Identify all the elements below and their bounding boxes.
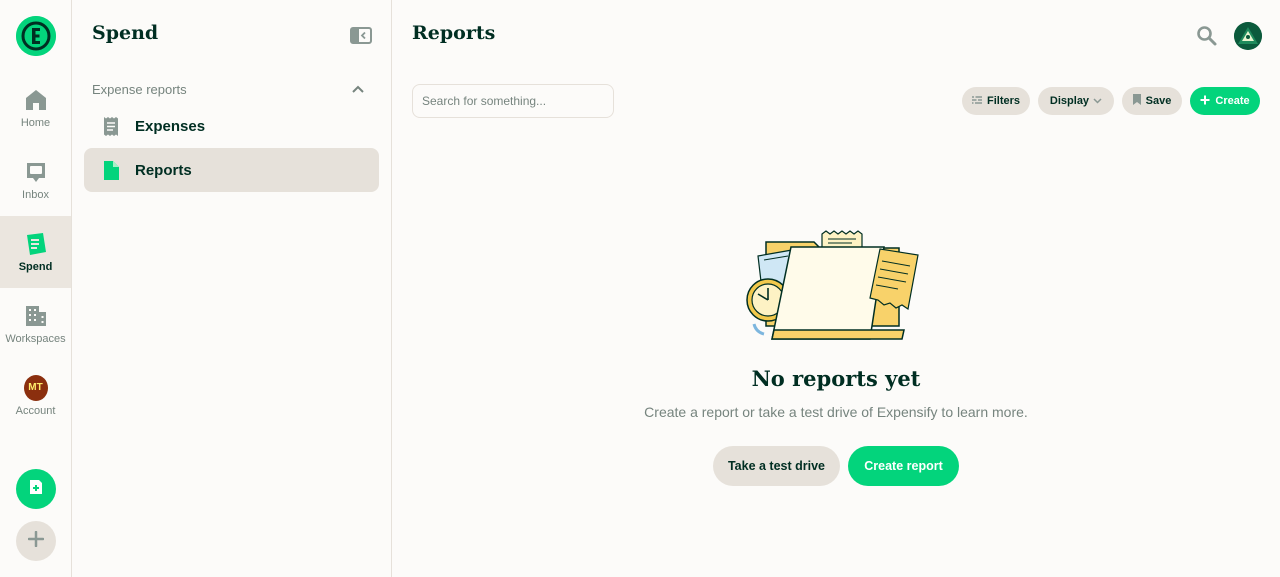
search-input[interactable] <box>412 84 614 118</box>
bookmark-icon <box>1132 94 1146 108</box>
collapse-sidebar-icon[interactable] <box>350 27 372 44</box>
inbox-icon <box>24 160 48 184</box>
display-label: Display <box>1049 95 1090 107</box>
new-expense-icon <box>28 479 44 500</box>
empty-state-title: No reports yet <box>751 366 921 391</box>
rail-item-spend[interactable]: Spend <box>0 216 71 288</box>
create-button[interactable]: Create <box>1190 87 1260 115</box>
create-label: Create <box>1215 95 1250 107</box>
sidebar-item-label: Reports <box>135 161 192 179</box>
save-button[interactable]: Save <box>1122 87 1182 115</box>
rail-item-home[interactable]: Home <box>0 72 71 144</box>
account-avatar-wrap: MT <box>23 374 48 401</box>
main-content: Reports Filters Display Save Create <box>392 0 1280 577</box>
left-rail: Home Inbox Spend Workspaces MT Account <box>0 0 72 577</box>
create-report-button[interactable]: Create report <box>848 446 959 486</box>
document-icon <box>102 160 120 180</box>
expensify-logo-icon[interactable] <box>16 16 56 56</box>
receipt-icon <box>102 116 120 136</box>
save-label: Save <box>1145 95 1172 107</box>
sidebar-item-reports[interactable]: Reports <box>84 148 379 192</box>
panel-title: Spend <box>92 22 159 44</box>
section-label: Expense reports <box>92 81 187 97</box>
rail-item-label: Spend <box>18 260 53 273</box>
building-icon <box>24 304 48 328</box>
plus-icon <box>27 530 45 552</box>
test-drive-button[interactable]: Take a test drive <box>713 446 840 486</box>
rail-item-label: Workspaces <box>5 332 66 345</box>
receipt-icon <box>24 232 48 256</box>
section-expense-reports[interactable]: Expense reports <box>92 80 364 98</box>
filter-icon <box>971 95 987 107</box>
spend-panel: Spend Expense reports Expenses Reports <box>72 0 392 577</box>
rail-item-label: Home <box>20 116 51 129</box>
rail-item-workspaces[interactable]: Workspaces <box>0 288 71 360</box>
rail-item-label: Inbox <box>22 188 49 201</box>
plus-icon <box>1200 95 1215 108</box>
search-icon[interactable] <box>1196 25 1218 47</box>
chevron-down-icon <box>1093 98 1102 104</box>
user-avatar[interactable] <box>1234 22 1262 50</box>
home-icon <box>24 88 48 112</box>
display-button[interactable]: Display <box>1038 87 1114 115</box>
sidebar-item-expenses[interactable]: Expenses <box>84 104 379 148</box>
empty-reports-illustration <box>744 228 929 344</box>
empty-state-subtitle: Create a report or take a test drive of … <box>644 404 1028 420</box>
new-expense-button[interactable] <box>16 469 56 509</box>
rail-item-inbox[interactable]: Inbox <box>0 144 71 216</box>
add-button[interactable] <box>16 521 56 561</box>
sidebar-item-label: Expenses <box>135 117 206 135</box>
chevron-up-icon <box>352 80 364 98</box>
page-title: Reports <box>412 22 496 44</box>
avatar: MT <box>23 374 48 401</box>
rail-item-label: Account <box>15 404 56 417</box>
filters-label: Filters <box>986 95 1020 107</box>
filters-button[interactable]: Filters <box>962 87 1030 115</box>
rail-item-account[interactable]: MT Account <box>0 360 71 432</box>
